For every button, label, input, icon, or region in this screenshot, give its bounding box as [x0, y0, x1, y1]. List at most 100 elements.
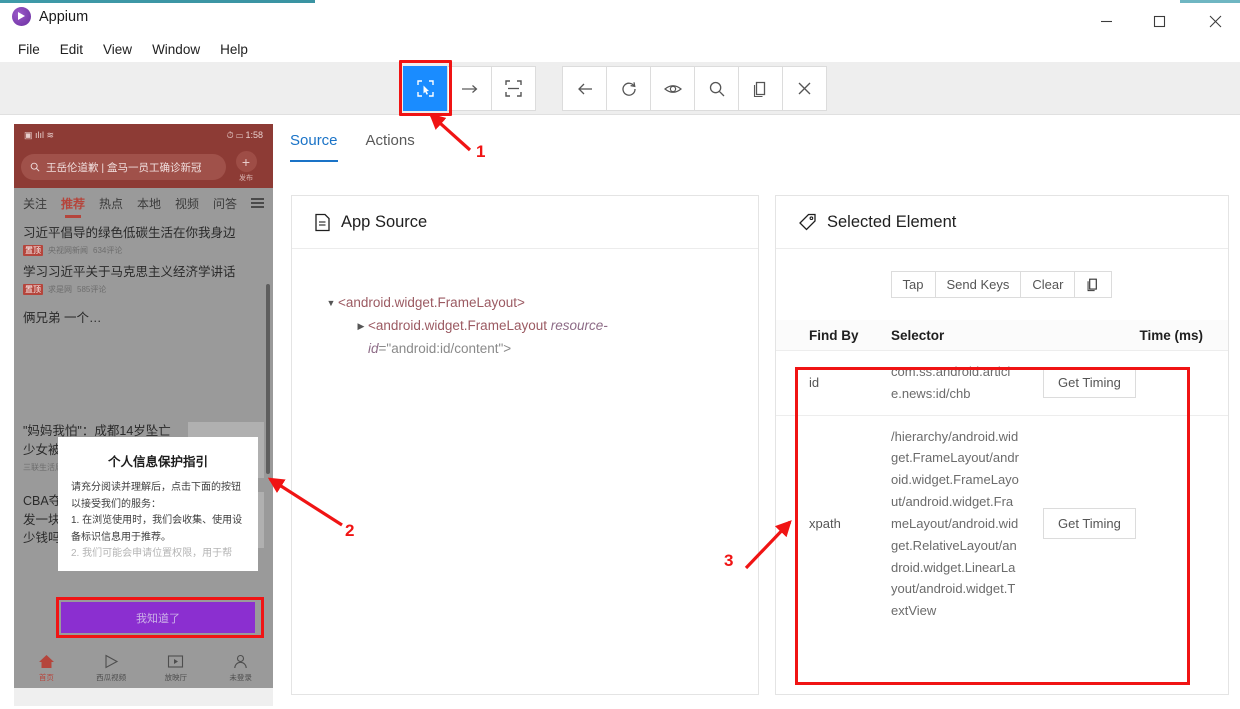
app-source-panel: App Source ▼ <android.widget.FrameLayout…: [291, 195, 759, 695]
device-search-text: 王岳伦道歉 | 盒马一员工确诊新冠: [46, 161, 202, 174]
tree-node[interactable]: ▼ <android.widget.FrameLayout>: [292, 291, 758, 314]
bottom-nav-profile[interactable]: 未登录: [208, 654, 273, 683]
bottom-nav-theater[interactable]: 放映厅: [144, 654, 209, 683]
menu-item-window[interactable]: Window: [143, 39, 209, 60]
tap-button[interactable]: Tap: [890, 271, 936, 298]
minimize-icon[interactable]: [1083, 6, 1129, 36]
bottom-nav-home[interactable]: 首页: [14, 654, 79, 683]
cell-time: Get Timing: [1021, 426, 1228, 622]
tag-icon: [799, 213, 816, 230]
bottom-nav-video[interactable]: 西瓜视频: [79, 654, 144, 683]
list-item[interactable]: 习近平倡导的绿色低碳生活在你我身边 置顶 央视网新闻 634评论: [23, 224, 264, 257]
list-item[interactable]: 学习习近平关于马克思主义经济学讲话 置顶 求是网 585评论: [23, 263, 264, 296]
tv-play-icon: [168, 654, 184, 668]
copy-button[interactable]: [738, 66, 783, 111]
appium-logo-icon: [12, 7, 31, 26]
device-nav-tabs: 关注 推荐 热点 本地 视频 问答: [14, 188, 273, 218]
app-source-header: App Source: [292, 196, 758, 249]
device-tab-redian[interactable]: 热点: [99, 195, 123, 212]
tab-source[interactable]: Source: [290, 132, 338, 162]
swipe-tool[interactable]: [447, 66, 492, 111]
bottom-nav-label: 放映厅: [164, 672, 188, 682]
dialog-title: 个人信息保护指引: [107, 455, 208, 469]
select-element-tool[interactable]: [403, 66, 448, 111]
feed-title: 习近平倡导的绿色低碳生活在你我身边: [23, 226, 236, 240]
feed-meta: 置顶 央视网新闻 634评论: [23, 245, 264, 257]
tab-bar: Source Actions: [290, 116, 415, 171]
feed-badge: 置顶: [23, 284, 43, 296]
dialog-paragraph: 1. 在浏览使用时，我们会收集、使用设备标识信息用于推荐。: [71, 515, 243, 543]
get-timing-button[interactable]: Get Timing: [1043, 367, 1136, 399]
device-search-row: 王岳伦道歉 | 盒马一员工确诊新冠 + 发布: [14, 146, 273, 188]
selected-element-title: Selected Element: [827, 212, 957, 231]
selected-element-header: Selected Element: [776, 196, 1228, 249]
device-search-input[interactable]: 王岳伦道歉 | 盒马一员工确诊新冠: [21, 154, 226, 180]
feed-comments: 634评论: [93, 246, 123, 256]
list-item[interactable]: 俩兄弟 一个…: [23, 309, 264, 327]
device-bottom-nav: 首页 西瓜视频 放映厅 未登录: [14, 648, 273, 688]
feed-comments: 585评论: [77, 285, 107, 295]
search-icon: [30, 162, 40, 172]
play-triangle-icon: [105, 654, 119, 668]
app-title: Appium: [39, 8, 89, 25]
feed-source: 央视网新闻: [48, 246, 88, 256]
table-row[interactable]: xpath /hierarchy/android.widget.FrameLay…: [776, 416, 1228, 632]
device-tab-wenda[interactable]: 问答: [213, 195, 237, 212]
close-icon[interactable]: [1192, 6, 1238, 36]
tab-actions[interactable]: Actions: [366, 132, 415, 160]
device-scrollbar[interactable]: [266, 284, 270, 474]
table-row[interactable]: id com.ss.android.article.news:id/chb Ge…: [776, 351, 1228, 416]
feed-badge: 置顶: [23, 245, 43, 257]
device-tab-shipin[interactable]: 视频: [175, 195, 199, 212]
device-tab-tuijian[interactable]: 推荐: [61, 195, 85, 212]
tree-node-label: <android.widget.FrameLayout>: [338, 295, 525, 310]
tree-node-label: <android.widget.FrameLayout resource-id=…: [368, 314, 668, 360]
chevron-right-icon[interactable]: ▶: [354, 314, 368, 334]
arrow-1: [429, 113, 472, 152]
device-screenshot[interactable]: ▣ ılıl ≋ ⏱ ▭ 1:58 王岳伦道歉 | 盒马一员工确诊新冠 + 发布…: [14, 124, 273, 706]
hamburger-icon[interactable]: [251, 198, 264, 208]
app-brand: Appium: [12, 7, 88, 26]
menu-item-help[interactable]: Help: [211, 39, 257, 60]
cell-time: Get Timing: [1021, 361, 1228, 405]
dialog-paragraph: 2. 我们可能会申请位置权限，用于帮: [71, 548, 233, 559]
device-home-bar: [14, 688, 273, 706]
table-header-row: Find By Selector Time (ms): [776, 320, 1228, 351]
column-header-selector: Selector: [891, 327, 945, 343]
feed-title: 俩兄弟 一个…: [23, 311, 102, 326]
person-icon: [234, 654, 247, 668]
send-keys-button[interactable]: Send Keys: [934, 271, 1022, 298]
quit-button[interactable]: [782, 66, 827, 111]
feed-title: 学习习近平关于马克思主义经济学讲话: [23, 265, 236, 280]
device-tab-bendi[interactable]: 本地: [137, 195, 161, 212]
get-timing-button[interactable]: Get Timing: [1043, 508, 1136, 540]
element-action-buttons: Tap Send Keys Clear: [776, 271, 1228, 298]
tree-node[interactable]: ▶ <android.widget.FrameLayout resource-i…: [292, 314, 758, 360]
dialog-paragraph: 请充分阅读并理解后，点击下面的按钮以接受我们的服务：: [71, 482, 241, 510]
bottom-nav-label: 西瓜视频: [96, 672, 127, 682]
device-publish-button[interactable]: + 发布: [226, 151, 266, 183]
crosshair-scan-icon[interactable]: [491, 66, 536, 111]
copy-attributes-button[interactable]: [1074, 271, 1113, 298]
annotation-label-2: 2: [345, 521, 355, 540]
chevron-down-icon[interactable]: ▼: [324, 291, 338, 311]
back-button[interactable]: [562, 66, 607, 111]
cell-selector: /hierarchy/android.widget.FrameLayout/an…: [891, 428, 1019, 619]
device-tab-guanzhu[interactable]: 关注: [23, 195, 47, 212]
menu-item-file[interactable]: File: [9, 39, 49, 60]
app-source-title: App Source: [341, 212, 428, 231]
search-button[interactable]: [694, 66, 739, 111]
clear-button[interactable]: Clear: [1020, 271, 1076, 298]
plus-icon: +: [235, 151, 257, 172]
refresh-button[interactable]: [606, 66, 651, 111]
cell-selector: com.ss.android.article.news:id/chb: [891, 364, 1011, 401]
menu-item-edit[interactable]: Edit: [51, 39, 92, 60]
maximize-icon[interactable]: [1136, 6, 1182, 36]
bottom-nav-label: 首页: [38, 672, 54, 682]
status-left-icons: ▣ ılıl ≋: [24, 129, 55, 140]
dialog-confirm-button[interactable]: 我知道了: [61, 602, 255, 633]
eye-icon[interactable]: [650, 66, 695, 111]
cell-find-by: id: [809, 375, 820, 391]
copy-icon: [1088, 278, 1098, 292]
menu-item-view[interactable]: View: [94, 39, 141, 60]
